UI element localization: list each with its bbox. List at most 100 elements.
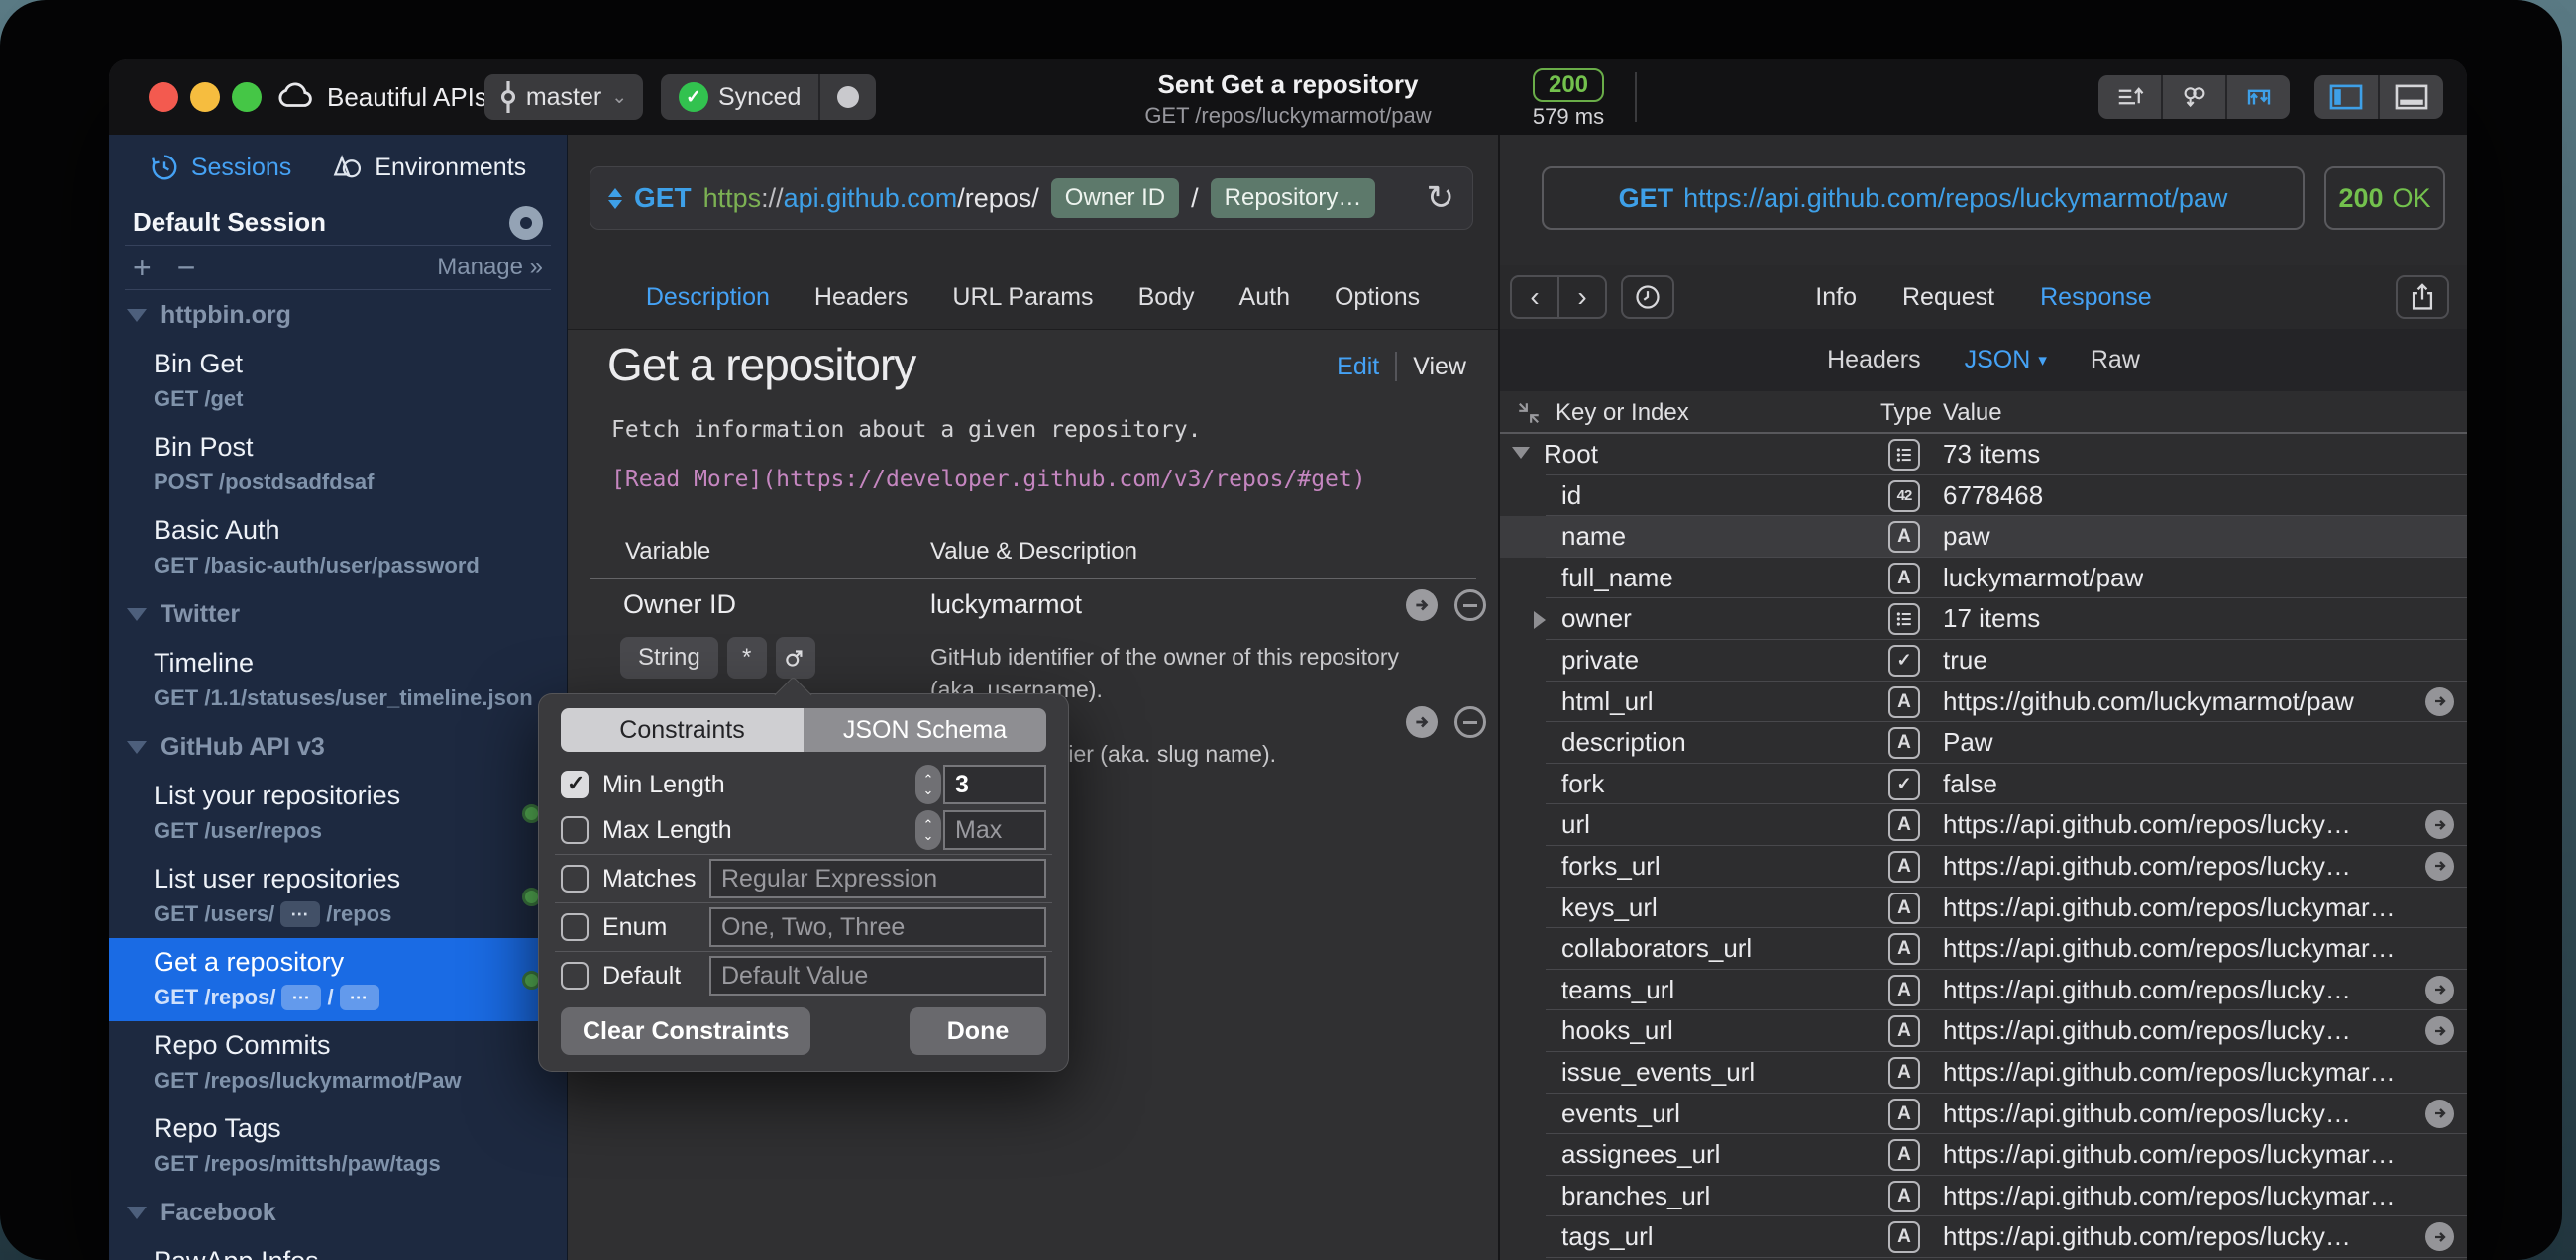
json-row-branches_url[interactable]: branches_urlAhttps://api.github.com/repo…	[1500, 1176, 2467, 1217]
view-link[interactable]: View	[1413, 353, 1466, 381]
constraints-link-button[interactable]	[776, 637, 815, 679]
tab-sessions[interactable]: Sessions	[150, 153, 291, 182]
disclosure-triangle-icon[interactable]	[127, 608, 147, 621]
sidebar-item-list-your-repositories[interactable]: List your repositoriesGET /user/repos	[109, 772, 567, 855]
sidebar-item-basic-auth[interactable]: Basic AuthGET /basic-auth/user/password	[109, 506, 567, 589]
sidebar-item-bin-get[interactable]: Bin GetGET /get	[109, 340, 567, 423]
json-row-full_name[interactable]: full_nameAluckymarmot/paw	[1500, 558, 2467, 599]
sync-indicator-button[interactable]	[818, 74, 876, 120]
json-row-private[interactable]: private✓true	[1500, 640, 2467, 682]
send-refresh-icon[interactable]: ↻	[1427, 181, 1455, 215]
done-button[interactable]: Done	[910, 1007, 1046, 1055]
forward-button[interactable]: ›	[1557, 277, 1605, 317]
url-field[interactable]: GET https://api.github.com/repos/ Owner …	[590, 166, 1473, 230]
method-stepper-icon[interactable]	[608, 188, 622, 209]
go-arrow-button[interactable]	[2425, 1016, 2454, 1045]
history-clock-button[interactable]	[1621, 275, 1674, 319]
edit-link[interactable]: Edit	[1337, 353, 1379, 381]
sync-status-button[interactable]: ✓ Synced	[661, 74, 818, 120]
go-arrow-button[interactable]	[2425, 687, 2454, 716]
tab-auth[interactable]: Auth	[1239, 283, 1290, 312]
go-arrow-button[interactable]	[2425, 1100, 2454, 1128]
json-row-root[interactable]: Root73 items	[1500, 434, 2467, 475]
collapse-all-icon[interactable]	[1516, 400, 1542, 426]
remove-variable-button[interactable]	[1454, 706, 1486, 738]
sync-transfer-button-active[interactable]	[2225, 75, 2290, 119]
go-arrow-button[interactable]	[2425, 810, 2454, 839]
toggle-sidebar-button-active[interactable]	[2314, 75, 2378, 119]
popover-tab-json-schema[interactable]: JSON Schema	[804, 708, 1046, 752]
owner-id-token[interactable]: Owner ID	[1051, 178, 1179, 218]
stepper-control[interactable]: ⌃⌄	[915, 765, 941, 804]
sidebar-group-twitter[interactable]: Twitter	[109, 589, 567, 639]
checkbox-max-length[interactable]	[561, 816, 589, 844]
tab-description[interactable]: Description	[646, 283, 770, 312]
go-arrow-button[interactable]	[1406, 706, 1438, 738]
sidebar-group-facebook[interactable]: Facebook	[109, 1188, 567, 1237]
json-row-url[interactable]: urlAhttps://api.github.com/repos/lucky…	[1500, 804, 2467, 846]
json-row-teams_url[interactable]: teams_urlAhttps://api.github.com/repos/l…	[1500, 970, 2467, 1011]
sidebar-item-pawapp-infos[interactable]: PawApp Infos	[109, 1237, 567, 1260]
sidebar-item-get-a-repository[interactable]: Get a repositoryGET /repos/⋯/⋯	[109, 938, 567, 1021]
tab-headers[interactable]: Headers	[814, 283, 909, 312]
subtab-raw[interactable]: Raw	[2091, 346, 2140, 374]
popover-tab-constraints[interactable]: Constraints	[561, 708, 804, 752]
constraint-input[interactable]: 3	[943, 765, 1046, 804]
branch-selector-button[interactable]: master ⌄	[484, 74, 643, 120]
tab-request[interactable]: Request	[1902, 283, 1994, 312]
remove-request-button[interactable]: −	[177, 250, 196, 286]
session-record-button[interactable]	[509, 206, 543, 240]
variable-value[interactable]: luckymarmot	[930, 589, 1082, 620]
requests-list-export-button[interactable]	[2098, 75, 2161, 119]
tab-info[interactable]: Info	[1815, 283, 1857, 312]
disclosure-triangle-icon[interactable]	[127, 1207, 147, 1219]
clear-constraints-button[interactable]: Clear Constraints	[561, 1007, 810, 1055]
json-row-name[interactable]: nameApaw	[1500, 516, 2467, 558]
sidebar-item-repo-commits[interactable]: Repo CommitsGET /repos/luckymarmot/Paw	[109, 1021, 567, 1104]
type-string-button[interactable]: String	[620, 637, 718, 679]
checkbox-min-length[interactable]	[561, 771, 589, 798]
share-button[interactable]	[2396, 275, 2449, 319]
go-arrow-button[interactable]	[2425, 852, 2454, 881]
go-arrow-button[interactable]	[2425, 976, 2454, 1004]
json-row-id[interactable]: id426778468	[1500, 475, 2467, 517]
sidebar-item-repo-tags[interactable]: Repo TagsGET /repos/mittsh/paw/tags	[109, 1104, 567, 1188]
disclosure-triangle-icon[interactable]	[127, 741, 147, 754]
checkbox-enum[interactable]	[561, 913, 589, 941]
disclosure-triangle-icon[interactable]	[1512, 447, 1530, 459]
constraint-input[interactable]: One, Two, Three	[709, 907, 1046, 947]
sidebar-group-httpbin-org[interactable]: httpbin.org	[109, 290, 567, 340]
checkbox-matches[interactable]	[561, 865, 589, 892]
go-arrow-button[interactable]	[1406, 589, 1438, 621]
json-row-issue_events_url[interactable]: issue_events_urlAhttps://api.github.com/…	[1500, 1052, 2467, 1094]
constraint-input[interactable]: Max	[943, 810, 1046, 850]
tab-body[interactable]: Body	[1138, 283, 1195, 312]
sidebar-item-timeline[interactable]: TimelineGET /1.1/statuses/user_timeline.…	[109, 639, 567, 722]
tab-environments[interactable]: Environments	[331, 153, 526, 182]
repository-token[interactable]: Repository…	[1211, 178, 1376, 218]
variable-name[interactable]: Owner ID	[623, 589, 736, 620]
remove-variable-button[interactable]	[1454, 589, 1486, 621]
json-row-html_url[interactable]: html_urlAhttps://github.com/luckymarmot/…	[1500, 682, 2467, 723]
json-row-hooks_url[interactable]: hooks_urlAhttps://api.github.com/repos/l…	[1500, 1010, 2467, 1052]
tab-options[interactable]: Options	[1335, 283, 1420, 312]
json-row-description[interactable]: descriptionAPaw	[1500, 722, 2467, 764]
stepper-control[interactable]: ⌃⌄	[915, 810, 941, 850]
json-row-assignees_url[interactable]: assignees_urlAhttps://api.github.com/rep…	[1500, 1134, 2467, 1176]
required-star-button[interactable]: *	[727, 637, 767, 679]
disclosure-triangle-icon[interactable]	[127, 309, 147, 322]
go-arrow-button[interactable]	[2425, 1222, 2454, 1251]
json-row-keys_url[interactable]: keys_urlAhttps://api.github.com/repos/lu…	[1500, 888, 2467, 929]
toggle-bottom-panel-button[interactable]	[2378, 75, 2443, 119]
constraint-input[interactable]: Regular Expression	[709, 859, 1046, 898]
back-button[interactable]: ‹	[1512, 277, 1557, 317]
disclosure-triangle-icon[interactable]	[1534, 611, 1546, 629]
zoom-window-button[interactable]	[232, 82, 262, 112]
sidebar-item-list-user-repositories[interactable]: List user repositoriesGET /users/⋯/repos	[109, 855, 567, 938]
tab-response[interactable]: Response	[2040, 283, 2152, 312]
method-label[interactable]: GET	[634, 182, 692, 214]
json-row-collaborators_url[interactable]: collaborators_urlAhttps://api.github.com…	[1500, 928, 2467, 970]
json-row-forks_url[interactable]: forks_urlAhttps://api.github.com/repos/l…	[1500, 846, 2467, 888]
minimize-window-button[interactable]	[190, 82, 220, 112]
json-row-tags_url[interactable]: tags_urlAhttps://api.github.com/repos/lu…	[1500, 1216, 2467, 1258]
